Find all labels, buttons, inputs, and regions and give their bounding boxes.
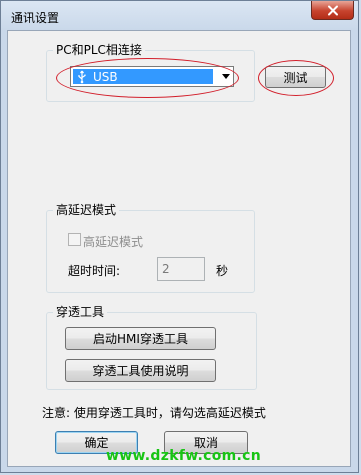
high-latency-checkbox[interactable] <box>68 233 81 246</box>
passthrough-group-label: 穿透工具 <box>53 305 108 319</box>
timeout-label: 超时时间: <box>68 264 121 278</box>
window-title: 通讯设置 <box>11 11 60 25</box>
high-latency-checkbox-label: 高延迟模式 <box>83 235 144 249</box>
title-bar[interactable]: 通讯设置 <box>1 1 360 31</box>
test-button[interactable]: 测试 <box>265 66 326 88</box>
start-hmi-passthrough-label: 启动HMI穿透工具 <box>93 332 188 346</box>
port-value-text: USB <box>93 69 118 84</box>
close-icon <box>327 5 338 15</box>
timeout-unit: 秒 <box>216 264 229 278</box>
ok-button-label: 确定 <box>84 436 109 450</box>
timeout-value: 2 <box>162 262 170 276</box>
test-button-label: 测试 <box>283 70 308 85</box>
latency-group: 高延迟模式 <box>46 203 255 293</box>
timeout-input[interactable]: 2 <box>157 257 205 281</box>
latency-group-label: 高延迟模式 <box>53 203 120 217</box>
chevron-down-icon[interactable] <box>222 74 230 79</box>
passthrough-help-label: 穿透工具使用说明 <box>92 364 189 378</box>
note-text: 注意: 使用穿透工具时，请勾选高延迟模式 <box>42 406 266 420</box>
connection-group-label: PC和PLC相连接 <box>53 43 145 57</box>
port-select[interactable]: USB <box>70 66 234 87</box>
start-hmi-passthrough-button[interactable]: 启动HMI穿透工具 <box>65 327 216 350</box>
port-selected-value: USB <box>73 69 213 84</box>
watermark-text: www.dzkfw.com.cn <box>106 448 262 464</box>
usb-icon <box>78 70 86 83</box>
close-button[interactable] <box>311 1 354 20</box>
passthrough-help-button[interactable]: 穿透工具使用说明 <box>65 359 216 382</box>
